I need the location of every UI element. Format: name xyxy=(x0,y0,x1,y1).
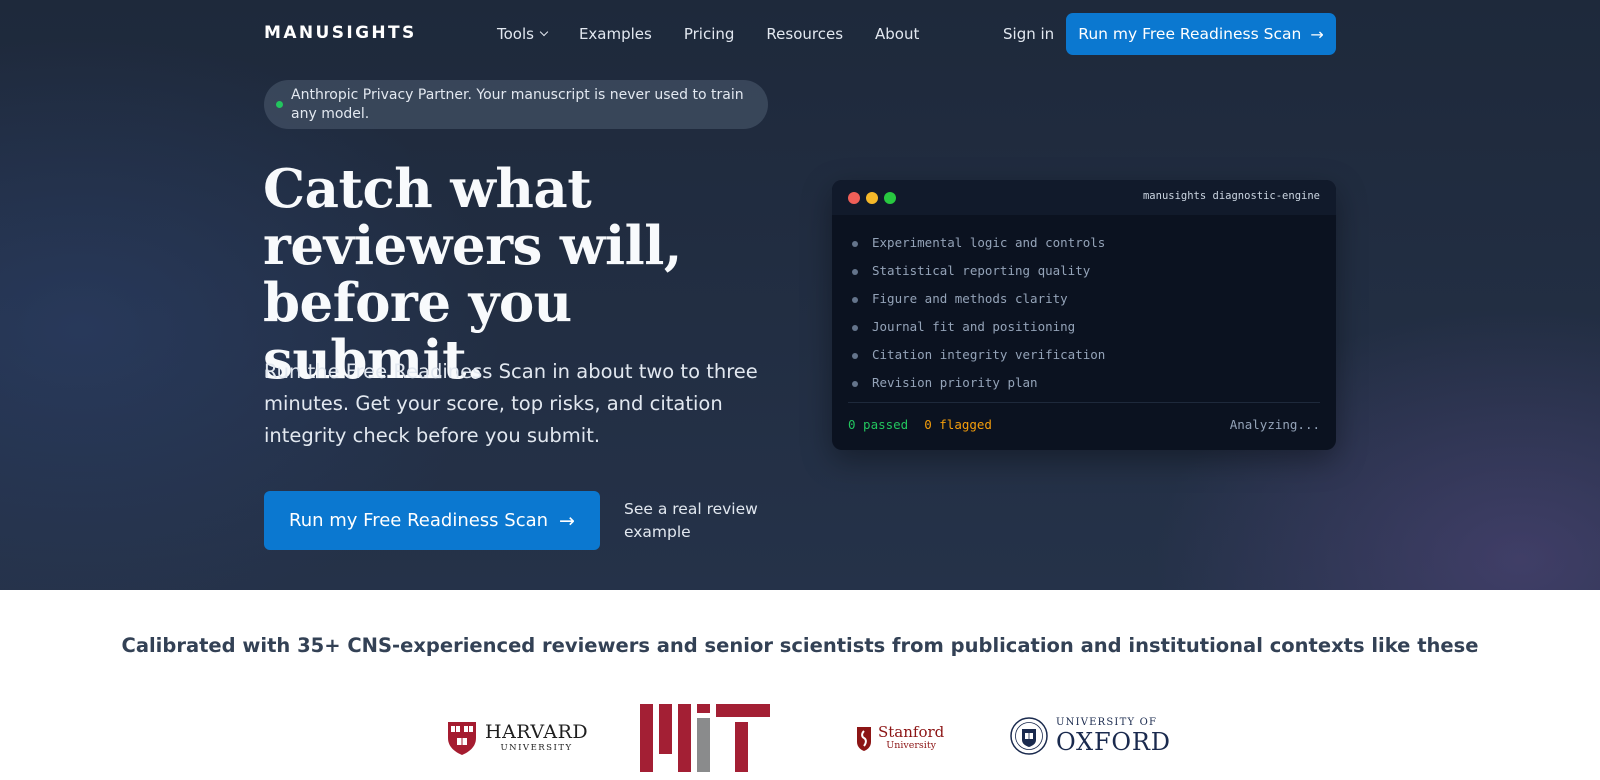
stanford-wordmark: Stanford xyxy=(878,723,945,741)
oxford-seal-icon xyxy=(1010,717,1048,755)
diagnostic-check-list: Experimental logic and controls Statisti… xyxy=(832,215,1336,396)
nav-item-resources[interactable]: Resources xyxy=(766,25,843,43)
hero-subheadline: Run the Free Readiness Scan in about two… xyxy=(264,360,758,447)
nav-item-label: Tools xyxy=(497,25,534,43)
stanford-logo: Stanford University xyxy=(855,725,944,753)
terminal-divider xyxy=(848,402,1320,403)
oxford-logo: UNIVERSITY OF OXFORD xyxy=(1010,714,1171,758)
check-item: Revision priority plan xyxy=(852,368,1320,396)
nav-item-about[interactable]: About xyxy=(875,25,919,43)
privacy-badge: Anthropic Privacy Partner. Your manuscri… xyxy=(264,80,768,129)
check-item-label: Revision priority plan xyxy=(872,374,1038,390)
privacy-badge-text: Anthropic Privacy Partner. Your manuscri… xyxy=(291,86,744,122)
mit-logo xyxy=(640,704,770,776)
terminal-titlebar: manusights diagnostic-engine xyxy=(832,180,1336,215)
check-item-label: Statistical reporting quality xyxy=(872,262,1091,278)
chevron-down-icon xyxy=(539,27,549,37)
brand-logo[interactable]: MANUSIGHTS xyxy=(264,23,417,43)
harvard-shield-icon xyxy=(448,722,476,755)
diagnostic-terminal: manusights diagnostic-engine Experimenta… xyxy=(832,180,1336,450)
nav-item-tools[interactable]: Tools xyxy=(497,25,549,43)
harvard-subtitle: UNIVERSITY xyxy=(500,742,573,753)
status-dot-icon xyxy=(276,101,283,108)
nav-scan-button[interactable]: Run my Free Readiness Scan → xyxy=(1066,13,1336,55)
stanford-tree-icon xyxy=(857,727,871,751)
harvard-logo: HARVARD UNIVERSITY xyxy=(447,720,588,756)
check-item: Experimental logic and controls xyxy=(852,228,1320,256)
window-close-dot-icon xyxy=(848,191,860,204)
arrow-right-icon: → xyxy=(1310,24,1324,44)
terminal-footer: 0 passed 0 flagged Analyzing... xyxy=(848,417,1320,432)
hero-scan-button[interactable]: Run my Free Readiness Scan → xyxy=(264,491,600,550)
check-item-label: Experimental logic and controls xyxy=(872,234,1106,250)
bullet-icon xyxy=(852,296,858,303)
social-proof-heading: Calibrated with 35+ CNS-experienced revi… xyxy=(121,634,1479,657)
nav-item-pricing[interactable]: Pricing xyxy=(684,25,735,43)
flagged-count: 0 flagged xyxy=(924,417,992,432)
bullet-icon xyxy=(852,352,858,359)
check-item: Journal fit and positioning xyxy=(852,312,1320,340)
stanford-subtitle: University xyxy=(886,740,937,751)
check-item: Figure and methods clarity xyxy=(852,284,1320,312)
oxford-wordmark: OXFORD xyxy=(1056,728,1171,756)
window-maximize-dot-icon xyxy=(884,191,896,204)
bullet-icon xyxy=(852,268,858,275)
bullet-icon xyxy=(852,240,858,247)
terminal-title: manusights diagnostic-engine xyxy=(1142,190,1320,202)
nav-scan-button-label: Run my Free Readiness Scan xyxy=(1078,25,1302,43)
bullet-icon xyxy=(852,324,858,331)
sign-in-link[interactable]: Sign in xyxy=(1003,25,1054,43)
hero-section: MANUSIGHTS Tools Examples Pricing Resour… xyxy=(0,0,1600,590)
institution-logos: HARVARD UNIVERSITY Stanford University U… xyxy=(0,700,1600,776)
arrow-right-icon: → xyxy=(559,509,575,532)
check-item-label: Figure and methods clarity xyxy=(872,290,1068,306)
check-item-label: Journal fit and positioning xyxy=(872,318,1076,334)
bullet-icon xyxy=(852,380,858,387)
check-item: Citation integrity verification xyxy=(852,340,1320,368)
window-minimize-dot-icon xyxy=(866,191,878,204)
hero-headline: Catch what reviewers will, before you su… xyxy=(263,158,682,391)
hero-scan-button-label: Run my Free Readiness Scan xyxy=(289,510,549,531)
nav-item-examples[interactable]: Examples xyxy=(579,25,652,43)
main-nav: Tools Examples Pricing Resources About xyxy=(497,25,951,43)
review-example-link[interactable]: See a real review example xyxy=(624,498,774,544)
mit-wordmark-icon xyxy=(640,704,770,772)
harvard-wordmark: HARVARD xyxy=(485,720,589,743)
passed-count: 0 passed xyxy=(848,417,909,432)
check-item-label: Citation integrity verification xyxy=(872,346,1106,362)
check-item: Statistical reporting quality xyxy=(852,256,1320,284)
analysis-status: Analyzing... xyxy=(1229,417,1320,432)
